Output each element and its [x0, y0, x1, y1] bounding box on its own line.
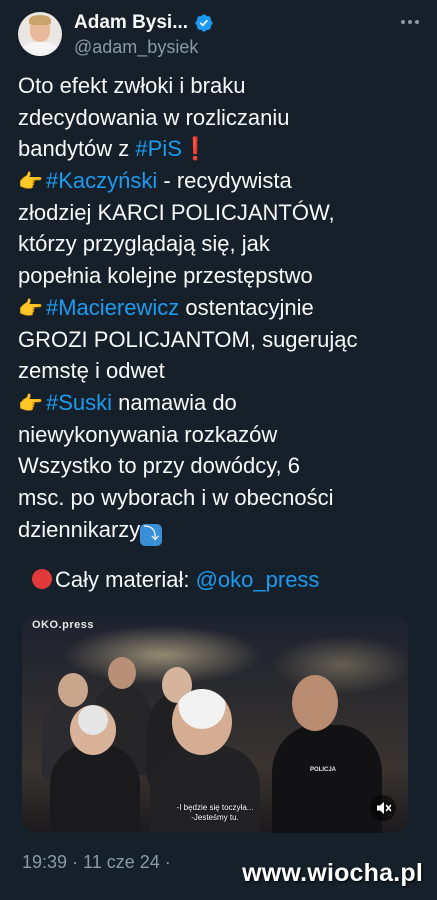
tweet-page: Adam Bysi... @adam_bysiek Oto efekt zwło… [0, 0, 437, 900]
video-person-head [172, 689, 232, 755]
video-watermark: OKO.press [32, 619, 94, 631]
video-person-head [58, 673, 88, 707]
tweet-line: dziennikarzy ⤵ [18, 514, 418, 546]
video-subtitle-line: -Jesteśmy tu. [191, 813, 239, 822]
avatar-hair [29, 15, 51, 25]
exclamation-icon: ❗ [181, 136, 210, 162]
video-police-label: POLICJA [310, 767, 337, 773]
video-person-head [108, 657, 136, 689]
author-handle[interactable]: @adam_bysiek [74, 37, 198, 58]
tweet-line: niewykonywania rozkazów [18, 421, 278, 447]
verified-badge-icon [195, 14, 213, 32]
tweet-text-segment: namawia do [112, 389, 237, 415]
tweet-line: Wszystko to przy dowódcy, 6 [18, 453, 301, 479]
avatar-shirt [22, 42, 58, 56]
hashtag-pis[interactable]: #PiS [135, 136, 181, 161]
video-person-head [292, 675, 338, 731]
tweet-line: msc. po wyborach i w obecności [18, 484, 334, 510]
mention-oko-press[interactable]: @oko_press [196, 567, 320, 592]
arrow-down-emoji-icon: ⤵ [140, 523, 163, 546]
pointing-hand-icon: 👉 [18, 171, 43, 194]
tweet-line: 👉 #Suski namawia do [18, 387, 418, 419]
video-subtitles: -I będzie się toczyła... -Jesteśmy tu. [22, 803, 408, 823]
tweet-line: Oto efekt zwłoki i braku [18, 73, 246, 98]
site-watermark: www.wiocha.pl [242, 859, 423, 887]
tweet-line: złodziej KARCI POLICJANTÓW, [18, 199, 335, 225]
hashtag-kaczynski[interactable]: #Kaczyński [46, 168, 157, 193]
tweet-line: bandytów z #PiS❗ [18, 133, 418, 165]
tweet-text-segment: - recydywista [157, 168, 292, 194]
material-label: Cały materiał: [55, 567, 196, 592]
video-player[interactable]: POLICJA OKO.press -I będzie się toczyła.… [22, 615, 408, 833]
avatar[interactable] [18, 12, 62, 56]
tweet-text-segment: ostentacyjnie [179, 294, 314, 320]
tweet-line: 👉 #Kaczyński - recydywista [18, 165, 418, 197]
mute-icon[interactable] [370, 795, 396, 821]
tweet-text: Oto efekt zwłoki i braku zdecydowania w … [18, 70, 418, 546]
tweet-line: zdecydowania w rozliczaniu [18, 104, 290, 130]
video-light [272, 635, 408, 695]
hashtag-suski[interactable]: #Suski [46, 390, 112, 415]
tweet-header: Adam Bysi... @adam_bysiek [18, 10, 419, 60]
tweet-line: GROZI POLICJANTOM, sugerując [18, 326, 358, 352]
tweet-text-segment: bandytów z [18, 136, 136, 162]
author-name-row[interactable]: Adam Bysi... [74, 12, 214, 34]
more-options-icon[interactable] [401, 20, 419, 24]
tweet-line: zemstę i odwet [18, 358, 165, 384]
hashtag-macierewicz[interactable]: #Macierewicz [46, 295, 179, 320]
pointing-hand-icon: 👉 [18, 392, 43, 415]
pointing-hand-icon: 👉 [18, 297, 43, 320]
video-person-head [70, 705, 116, 755]
tweet-line: popełnia kolejne przestępstwo [18, 263, 313, 289]
video-subtitle-line: -I będzie się toczyła... [176, 803, 254, 812]
tweet-text-segment: dziennikarzy [18, 516, 141, 542]
material-line: Cały materiał: @oko_press [32, 567, 319, 593]
red-circle-icon [32, 569, 52, 589]
speaker-muted-icon [377, 802, 392, 814]
tweet-line: 👉 #Macierewicz ostentacyjnie [18, 292, 418, 324]
author-name[interactable]: Adam Bysi... [74, 12, 188, 34]
video-light [62, 625, 262, 685]
tweet-timestamp[interactable]: 19:39 · 11 cze 24 · [22, 852, 171, 873]
tweet-line: którzy przyglądają się, jak [18, 231, 270, 257]
